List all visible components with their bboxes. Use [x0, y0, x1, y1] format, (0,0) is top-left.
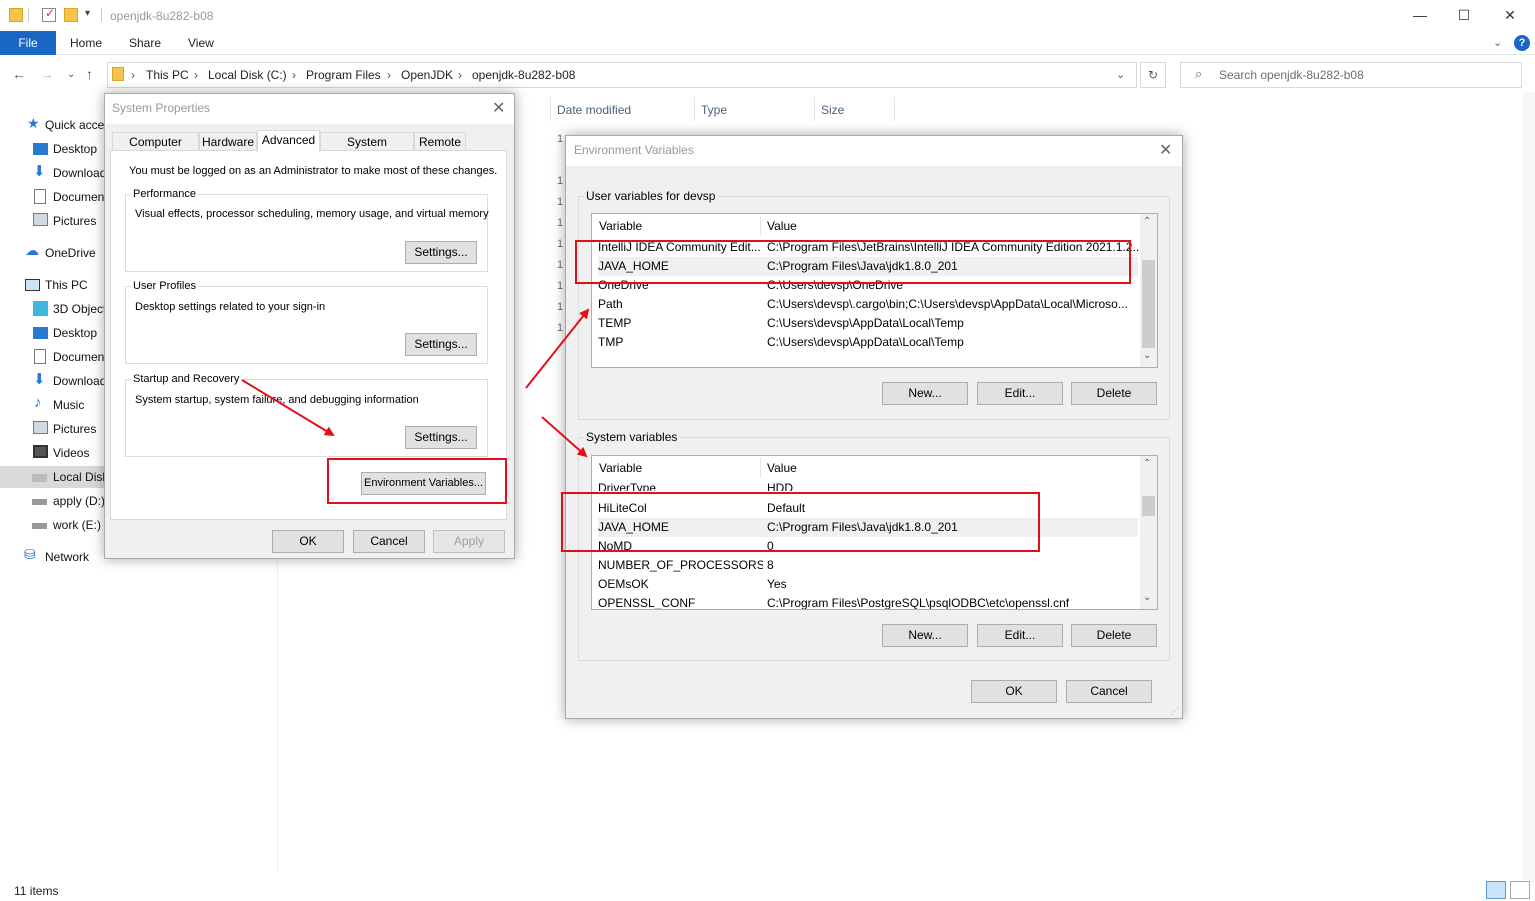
arrow-to-user-variables — [525, 308, 590, 389]
annotation-arrows — [241, 308, 590, 458]
arrow-to-system-variables — [541, 416, 588, 458]
arrow-to-env-button — [241, 379, 335, 437]
